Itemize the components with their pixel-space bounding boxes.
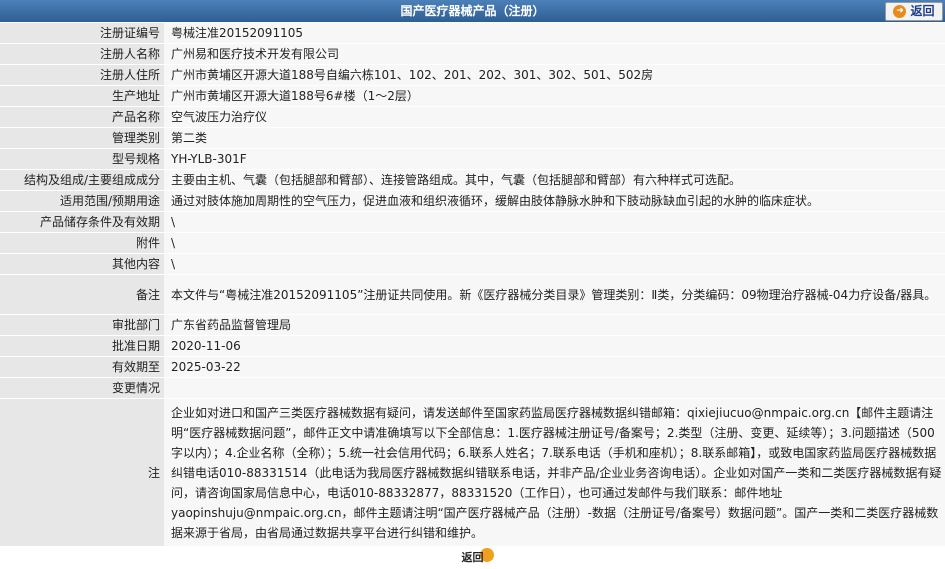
page-title: 国产医疗器械产品（注册） [400,4,545,18]
field-label: 注册证编号 [0,22,164,44]
table-row: 注册证编号 粤械注准20152091105 [0,22,945,44]
field-value: 粤械注准20152091105 [164,22,945,44]
field-label: 附件 [0,232,164,254]
field-value: 空气波压力治疗仪 [164,106,945,128]
field-label: 有效期至 [0,356,164,378]
note-label: 注 [0,398,164,546]
field-value: 2025-03-22 [164,356,945,378]
field-label: 产品储存条件及有效期 [0,211,164,233]
field-label: 结构及组成/主要组成成分 [0,169,164,191]
back-button-bottom[interactable]: 返回 [458,548,494,566]
back-bottom-label: 返回 [461,551,484,564]
field-label: 备注 [0,274,164,315]
table-row: 注册人名称 广州易和医疗技术开发有限公司 [0,43,945,65]
table-row: 变更情况 [0,377,945,399]
table-row: 批准日期 2020-11-06 [0,335,945,357]
field-label: 其他内容 [0,253,164,275]
field-value: 广东省药品监督管理局 [164,314,945,336]
note-text: 企业如对进口和国产三类医疗器械数据有疑问，请发送邮件至国家药监局医疗器械数据纠错… [164,398,945,546]
field-label: 变更情况 [0,377,164,399]
field-value: 广州易和医疗技术开发有限公司 [164,43,945,65]
table-row: 产品储存条件及有效期 \ [0,211,945,233]
field-label: 注册人住所 [0,64,164,86]
field-label: 型号规格 [0,148,164,170]
field-value: 主要由主机、气囊（包括腿部和臂部）、连接管路组成。其中，气囊（包括腿部和臂部）有… [164,169,945,191]
table-row: 备注 本文件与“粤械注准20152091105”注册证共同使用。新《医疗器械分类目… [0,274,945,315]
table-row: 管理类别 第二类 [0,127,945,149]
title-bar: 国产医疗器械产品（注册） ➜ 返回 [0,0,945,22]
field-value: 广州市黄埔区开源大道188号自编六栋101、102、201、202、301、30… [164,64,945,86]
field-value: 第二类 [164,127,945,149]
table-row: 结构及组成/主要组成成分 主要由主机、气囊（包括腿部和臂部）、连接管路组成。其中，… [0,169,945,191]
table-row: 产品名称 空气波压力治疗仪 [0,106,945,128]
field-value: 广州市黄埔区开源大道188号6#楼（1～2层） [164,85,945,107]
footer: 返回 [0,548,945,566]
field-label: 审批部门 [0,314,164,336]
field-value: 2020-11-06 [164,335,945,357]
field-value: YH-YLB-301F [164,148,945,170]
field-label: 批准日期 [0,335,164,357]
field-label: 产品名称 [0,106,164,128]
field-value: \ [164,253,945,275]
field-value: \ [164,211,945,233]
detail-table: 注册证编号 粤械注准20152091105 注册人名称 广州易和医疗技术开发有限公司注… [0,22,945,546]
field-value [164,377,945,399]
field-value: 通过对肢体施加周期性的空气压力，促进血液和组织液循环，缓解由肢体静脉水肿和下肢动… [164,190,945,212]
table-row: 注册人住所 广州市黄埔区开源大道188号自编六栋101、102、201、202、3… [0,64,945,86]
back-button-top[interactable]: ➜ 返回 [885,2,943,21]
field-label: 注册人名称 [0,43,164,65]
note-row: 注企业如对进口和国产三类医疗器械数据有疑问，请发送邮件至国家药监局医疗器械数据纠… [0,398,945,546]
table-row: 有效期至 2025-03-22 [0,356,945,378]
table-row: 审批部门 广东省药品监督管理局 [0,314,945,336]
table-row: 适用范围/预期用途 通过对肢体施加周期性的空气压力，促进血液和组织液循环，缓解由肢… [0,190,945,212]
field-value: \ [164,232,945,254]
back-button-label: 返回 [910,4,935,18]
table-row: 其他内容 \ [0,253,945,275]
table-row: 生产地址 广州市黄埔区开源大道188号6#楼（1～2层） [0,85,945,107]
arrow-right-icon: ➜ [893,5,907,18]
field-label: 适用范围/预期用途 [0,190,164,212]
table-row: 附件 \ [0,232,945,254]
field-value: 本文件与“粤械注准20152091105”注册证共同使用。新《医疗器械分类目录》… [164,274,945,315]
field-label: 管理类别 [0,127,164,149]
table-row: 型号规格 YH-YLB-301F [0,148,945,170]
field-label: 生产地址 [0,85,164,107]
